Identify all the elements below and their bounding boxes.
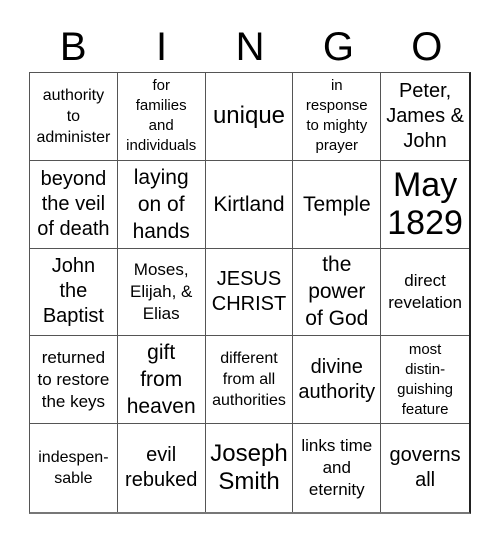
bingo-board: authority to administer for families and…: [29, 72, 471, 514]
bingo-cell[interactable]: the power of God: [293, 248, 382, 337]
bingo-cell[interactable]: in response to mighty prayer: [293, 73, 382, 161]
bingo-cell[interactable]: beyond the veil of death: [30, 160, 118, 249]
bingo-cell[interactable]: direct revelation: [381, 249, 469, 337]
header-letter-g: G: [322, 25, 354, 69]
header-letter-o: O: [411, 25, 443, 69]
bingo-cell[interactable]: unique: [205, 73, 294, 161]
bingo-cell[interactable]: divine authority: [293, 336, 382, 425]
bingo-cell[interactable]: Kirtland: [205, 160, 294, 249]
bingo-cell[interactable]: Temple: [293, 160, 382, 249]
header-letter-b: B: [59, 25, 87, 69]
header-letter-i: I: [156, 25, 168, 69]
bingo-cell[interactable]: John the Baptist: [30, 248, 118, 337]
bingo-cell[interactable]: links time and eternity: [293, 424, 382, 512]
bingo-cell[interactable]: Peter, James & John: [381, 73, 469, 161]
bingo-cell[interactable]: May 1829: [381, 161, 469, 249]
bingo-cell[interactable]: evil rebuked: [118, 424, 206, 512]
bingo-cell[interactable]: most distin- guishing feature: [381, 336, 469, 425]
bingo-cell[interactable]: different from all authorities: [205, 336, 294, 425]
bingo-cell[interactable]: returned to restore the keys: [30, 336, 118, 425]
bingo-cell[interactable]: Joseph Smith: [206, 424, 294, 512]
bingo-cell[interactable]: for families and individuals: [117, 73, 206, 161]
bingo-cell[interactable]: laying on of hands: [117, 160, 206, 249]
bingo-cell[interactable]: Moses, Elijah, & Elias: [117, 248, 206, 337]
bingo-cell[interactable]: JESUS CHRIST: [205, 248, 294, 337]
bingo-header: B I N G O: [29, 22, 471, 72]
bingo-cell[interactable]: indespen- sable: [30, 424, 118, 512]
bingo-cell[interactable]: authority to administer: [30, 73, 118, 161]
bingo-cell[interactable]: governs all: [381, 424, 469, 512]
header-letter-n: N: [235, 25, 265, 69]
bingo-cell[interactable]: gift from heaven: [117, 336, 206, 425]
